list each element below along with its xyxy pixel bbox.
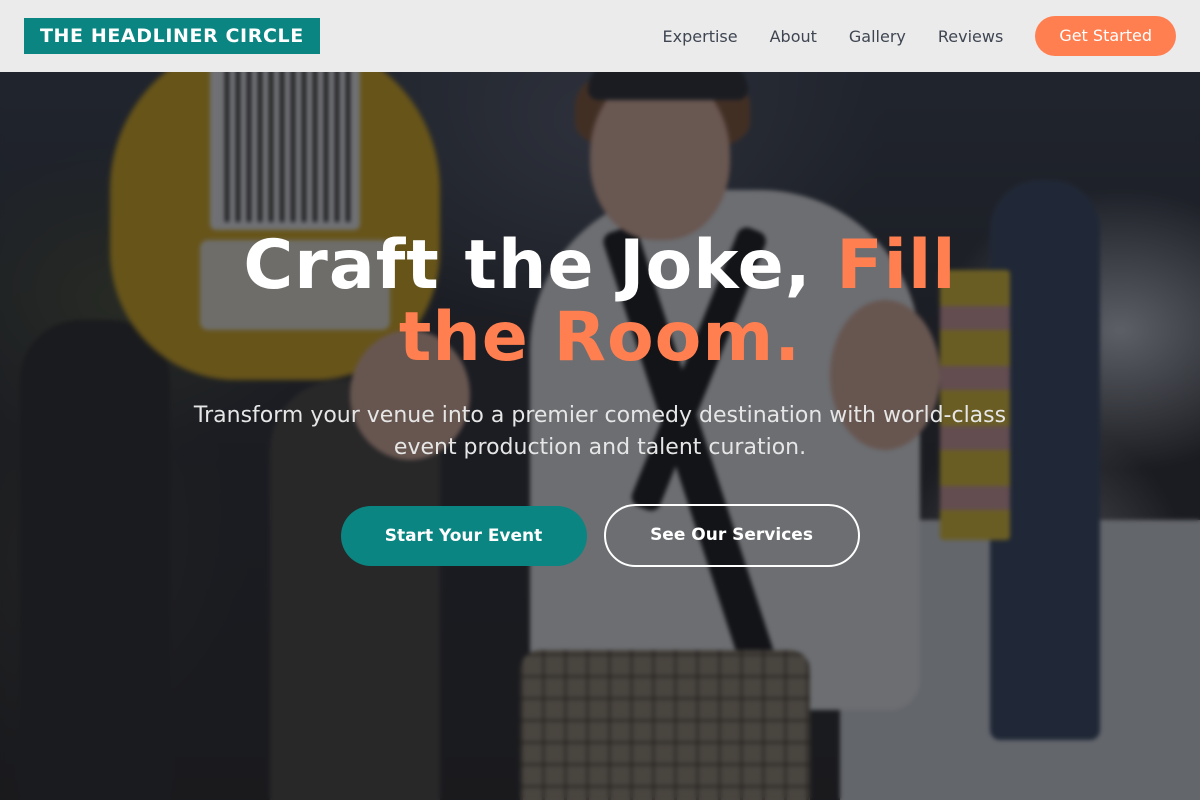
nav-link-reviews[interactable]: Reviews — [938, 27, 1003, 46]
hero-section: Craft the Joke, Fill the Room. Transform… — [0, 72, 1200, 800]
hero-headline-main: Craft the Joke, — [243, 226, 837, 305]
hero-subheadline: Transform your venue into a premier come… — [193, 403, 1007, 460]
nav-link-gallery[interactable]: Gallery — [849, 27, 906, 46]
nav-link-expertise[interactable]: Expertise — [663, 27, 738, 46]
hero-button-row: Start Your Event See Our Services — [0, 504, 1200, 567]
get-started-button[interactable]: Get Started — [1035, 16, 1176, 56]
hero-headline: Craft the Joke, Fill the Room. — [200, 230, 1000, 374]
see-our-services-button[interactable]: See Our Services — [603, 504, 860, 567]
site-header: THE HEADLINER CIRCLE Expertise About Gal… — [0, 0, 1200, 72]
start-your-event-button[interactable]: Start Your Event — [340, 505, 587, 566]
main-nav: Expertise About Gallery Reviews Get Star… — [663, 16, 1176, 56]
site-logo[interactable]: THE HEADLINER CIRCLE — [24, 18, 320, 54]
nav-link-about[interactable]: About — [770, 27, 817, 46]
